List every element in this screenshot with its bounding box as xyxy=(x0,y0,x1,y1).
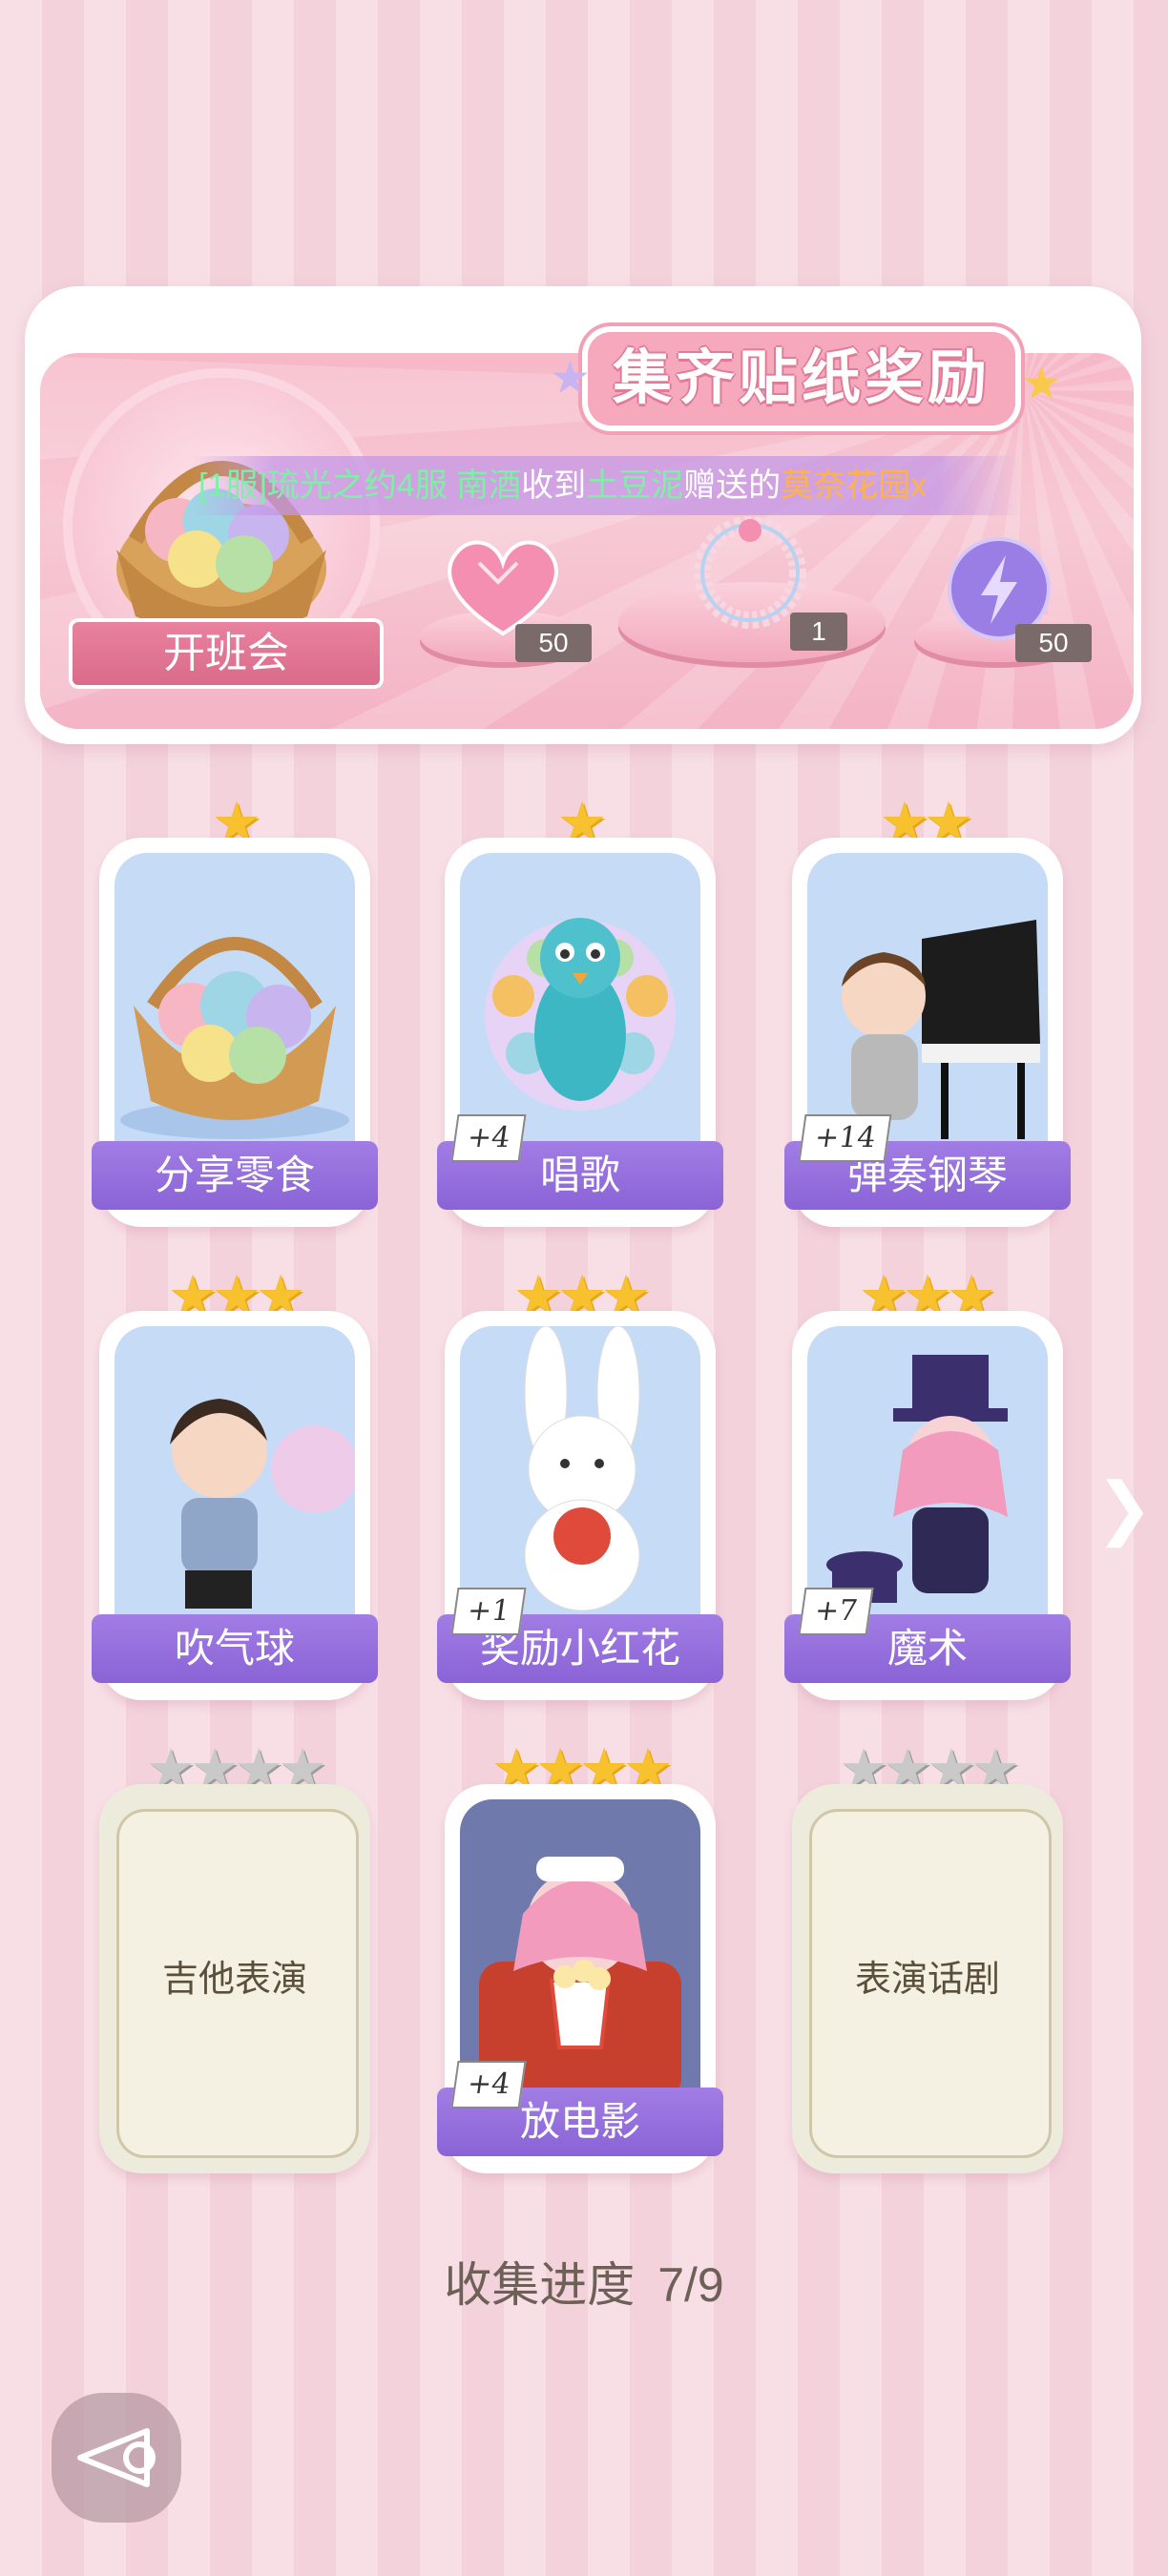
back-icon xyxy=(77,2428,156,2487)
ticker-item: 莫奈花园 xyxy=(781,467,911,504)
sticker-card-blow-bubble[interactable]: 吹气球 xyxy=(92,1311,378,1700)
sticker-card-red-flower[interactable]: 奖励小红花 +1 xyxy=(437,1311,723,1700)
sticker-card-play-piano[interactable]: 弹奏钢琴 +14 xyxy=(784,838,1071,1227)
ticker-quantity: x xyxy=(910,467,928,504)
sticker-card-sing[interactable]: 唱歌 +4 xyxy=(437,838,723,1227)
back-button[interactable] xyxy=(52,2393,181,2523)
card-art xyxy=(807,853,1048,1154)
ticker-received: 收到 xyxy=(521,467,587,504)
bonus-badge: +4 xyxy=(450,1114,527,1162)
reward-count: 1 xyxy=(790,613,847,651)
card-label: 吉他表演 xyxy=(161,1958,307,2000)
card-label: 分享零食 xyxy=(92,1141,378,1210)
magician-icon xyxy=(826,1355,1008,1603)
chevron-right-icon[interactable]: ❯ xyxy=(1095,1469,1153,1546)
banner-title: 集齐贴纸奖励 xyxy=(612,343,991,412)
progress-label: 收集进度 xyxy=(444,2258,636,2312)
card-label: 吹气球 xyxy=(92,1614,378,1683)
card-art xyxy=(807,1326,1048,1628)
card-art xyxy=(115,1326,355,1628)
bunny-icon xyxy=(524,1326,640,1611)
peacock-icon xyxy=(485,918,676,1111)
card-art xyxy=(115,853,355,1154)
star-deco-icon: ★ xyxy=(550,351,592,405)
ticker-sender: 土豆泥 xyxy=(586,467,684,504)
class-meeting-label[interactable]: 开班会 xyxy=(69,618,384,689)
collection-progress: 收集进度 7/9 xyxy=(0,2247,1168,2323)
sticker-card-movie[interactable]: 放电影 +4 xyxy=(437,1784,723,2173)
snack-basket-icon xyxy=(120,937,349,1139)
gift-ticker: [1服]琉光之约4服 南酒收到土豆泥赠送的莫奈花园x xyxy=(198,456,1015,515)
bonus-badge: +4 xyxy=(450,2061,527,2109)
sticker-card-magic[interactable]: 魔术 +7 xyxy=(784,1311,1071,1700)
progress-value: 7/9 xyxy=(657,2258,724,2312)
reward-count: 50 xyxy=(1015,624,1092,662)
star-deco-icon: ★ xyxy=(1021,357,1063,410)
sticker-card-guitar-locked[interactable]: 吉他表演 xyxy=(99,1784,370,2173)
sticker-card-drama-locked[interactable]: 表演话剧 xyxy=(792,1784,1063,2173)
card-art xyxy=(460,1799,700,2101)
bonus-badge: +7 xyxy=(798,1588,874,1635)
bonus-badge: +14 xyxy=(798,1114,892,1162)
card-label: 表演话剧 xyxy=(854,1958,1000,2000)
ticker-server-user: [1服]琉光之约4服 南酒 xyxy=(198,467,522,504)
card-art xyxy=(460,1326,700,1628)
piano-player-icon xyxy=(842,920,1040,1139)
movie-girl-icon xyxy=(479,1857,681,2101)
bubble-boy-icon xyxy=(170,1399,355,1609)
card-art xyxy=(460,853,700,1154)
reward-count: 50 xyxy=(515,624,592,662)
ticker-gifted: 赠送的 xyxy=(683,467,782,504)
sticker-card-share-snacks[interactable]: 分享零食 xyxy=(92,838,378,1227)
bonus-badge: +1 xyxy=(450,1588,527,1635)
